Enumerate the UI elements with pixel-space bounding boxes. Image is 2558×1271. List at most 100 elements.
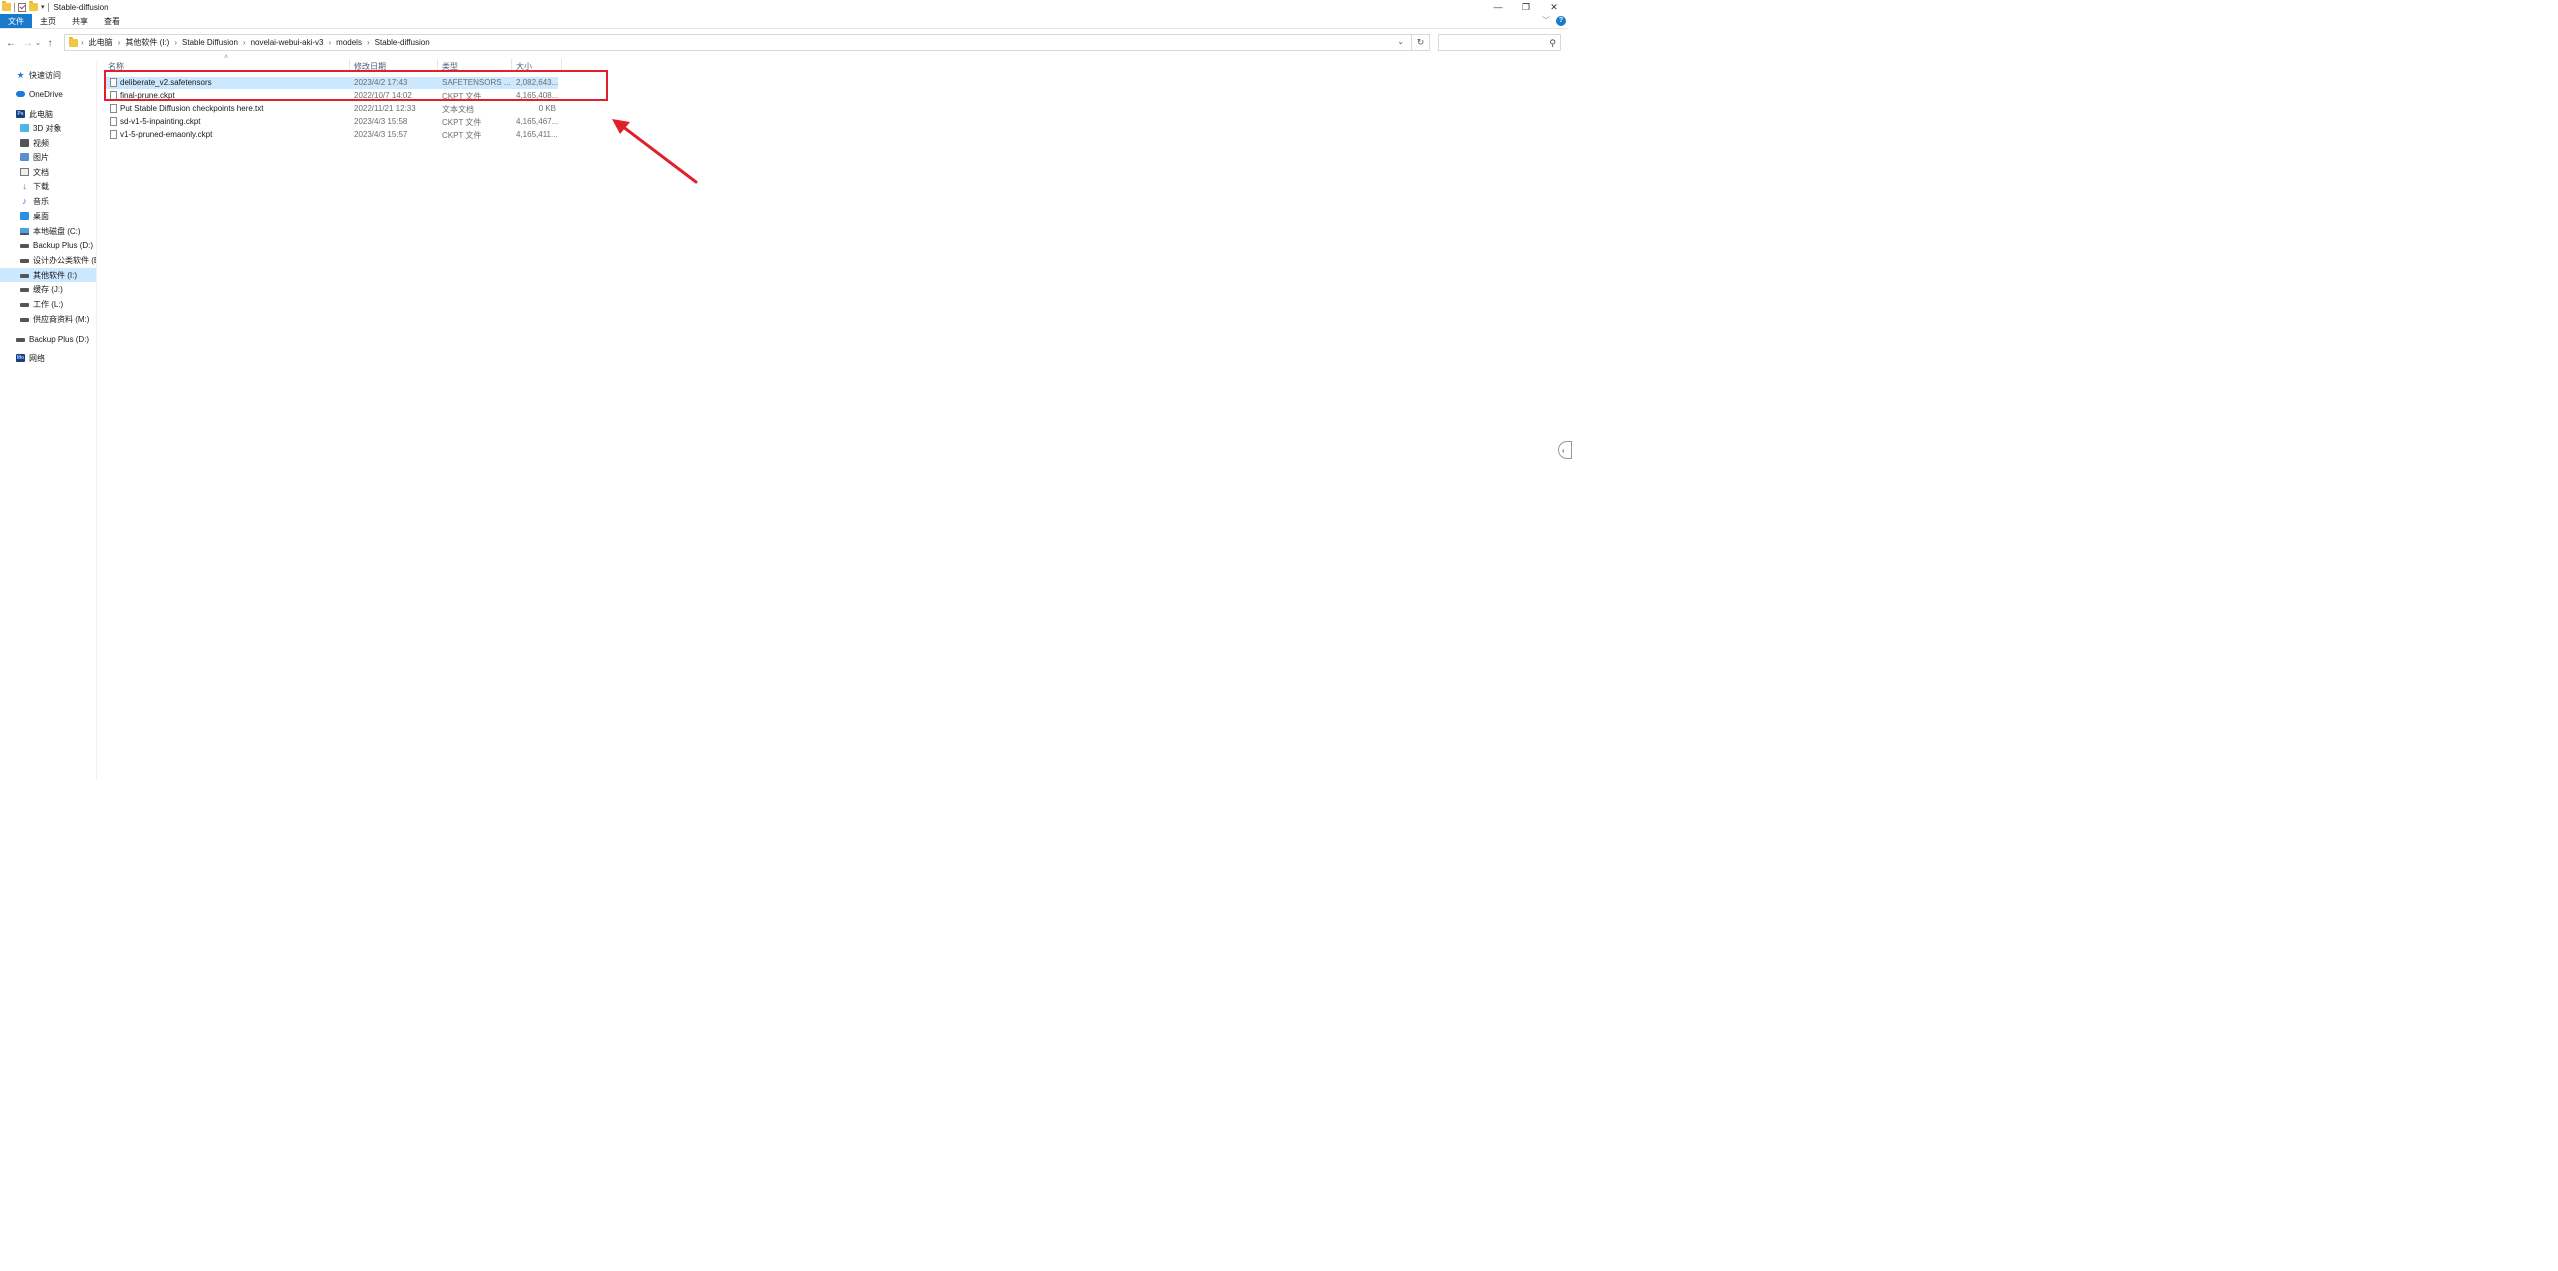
customize-toolbar-icon[interactable]: ▾ bbox=[41, 3, 45, 11]
network-icon: Mo bbox=[16, 354, 25, 362]
chevron-right-icon[interactable]: › bbox=[329, 38, 332, 47]
drive-icon bbox=[20, 303, 29, 307]
file-list-pane: ˄ 名称 修改日期 类型 大小 deliberate_v2.safetensor… bbox=[98, 54, 1560, 779]
chevron-right-icon[interactable]: › bbox=[367, 38, 370, 47]
sidebar-item-drive-l[interactable]: 工作 (L:) bbox=[0, 297, 96, 311]
sidebar-item-drive-d[interactable]: Backup Plus (D:) bbox=[0, 238, 96, 252]
chevron-right-icon[interactable]: › bbox=[118, 38, 121, 47]
sidebar-item-pictures[interactable]: 图片 bbox=[0, 150, 96, 164]
highlight-annotation-box bbox=[104, 70, 608, 101]
close-button[interactable]: ✕ bbox=[1540, 0, 1568, 14]
sidebar-item-label: 快速访问 bbox=[29, 70, 61, 80]
file-row[interactable]: Put Stable Diffusion checkpoints here.tx… bbox=[106, 103, 558, 115]
file-row[interactable]: v1-5-pruned-emaonly.ckpt 2023/4/3 15:57 … bbox=[106, 129, 558, 141]
system-drive-icon bbox=[20, 227, 29, 235]
sidebar-item-onedrive[interactable]: OneDrive bbox=[0, 87, 96, 101]
drive-icon bbox=[20, 259, 29, 263]
drive-icon bbox=[20, 288, 29, 292]
sidebar-item-drive-e[interactable]: 设计办公类软件 (E: bbox=[0, 253, 96, 267]
sidebar-item-downloads[interactable]: ↓ 下载 bbox=[0, 179, 96, 193]
search-input[interactable]: ⚲ bbox=[1438, 34, 1561, 51]
sidebar-item-network[interactable]: Mo 网络 bbox=[0, 351, 96, 365]
sidebar-item-drive-m[interactable]: 供应商资料 (M:) bbox=[0, 312, 96, 326]
video-icon bbox=[20, 139, 29, 147]
forward-arrow-icon[interactable]: → bbox=[22, 38, 34, 49]
sidebar-item-label: 设计办公类软件 (E: bbox=[33, 255, 96, 265]
up-arrow-icon[interactable]: ↑ bbox=[44, 38, 56, 49]
file-date: 2023/4/3 15:58 bbox=[354, 117, 408, 126]
cloud-icon bbox=[16, 91, 25, 97]
sidebar-item-music[interactable]: ♪ 音乐 bbox=[0, 194, 96, 208]
sidebar-item-desktop[interactable]: 桌面 bbox=[0, 209, 96, 223]
refresh-icon[interactable]: ↻ bbox=[1412, 34, 1430, 51]
breadcrumb-this-pc[interactable]: 此电脑 bbox=[89, 37, 113, 48]
chevron-right-icon[interactable]: › bbox=[243, 38, 246, 47]
column-divider[interactable] bbox=[349, 59, 350, 70]
minimize-button[interactable]: — bbox=[1484, 0, 1512, 14]
file-type: CKPT 文件 bbox=[442, 131, 482, 140]
documents-icon bbox=[20, 168, 29, 176]
sidebar-item-backup-plus[interactable]: Backup Plus (D:) bbox=[0, 332, 96, 346]
tab-home[interactable]: 主页 bbox=[32, 14, 64, 28]
tab-share[interactable]: 共享 bbox=[64, 14, 96, 28]
breadcrumb-models[interactable]: models bbox=[336, 38, 362, 47]
expand-ribbon-icon[interactable]: ﹀ bbox=[1542, 15, 1550, 26]
chevron-right-icon[interactable]: › bbox=[174, 38, 177, 47]
drive-icon bbox=[20, 274, 29, 278]
breadcrumb-novelai-webui[interactable]: novelai-webui-aki-v3 bbox=[251, 38, 324, 47]
address-bar[interactable]: › 此电脑 › 其他软件 (I:) › Stable Diffusion › n… bbox=[64, 34, 1412, 51]
address-history-dropdown-icon[interactable]: ⌄ bbox=[1397, 37, 1404, 46]
pictures-icon bbox=[20, 153, 29, 161]
sidebar-item-videos[interactable]: 视频 bbox=[0, 136, 96, 150]
breadcrumb-stable-diffusion-folder[interactable]: Stable-diffusion bbox=[375, 38, 430, 47]
tab-view[interactable]: 查看 bbox=[96, 14, 128, 28]
file-type: 文本文档 bbox=[442, 105, 474, 114]
properties-icon[interactable] bbox=[18, 2, 26, 12]
new-folder-icon[interactable] bbox=[29, 1, 38, 11]
sidebar-item-drive-j[interactable]: 缓存 (J:) bbox=[0, 282, 96, 296]
tab-file[interactable]: 文件 bbox=[0, 14, 32, 28]
computer-icon: Ps bbox=[16, 110, 25, 118]
drive-icon bbox=[16, 338, 25, 342]
back-arrow-icon[interactable]: ← bbox=[5, 38, 17, 49]
drive-icon bbox=[20, 244, 29, 248]
sidebar-item-label: Backup Plus (D:) bbox=[33, 240, 94, 250]
chevron-right-icon[interactable]: › bbox=[81, 38, 84, 47]
sidebar-item-quick-access[interactable]: ★ 快速访问 bbox=[0, 68, 96, 82]
sidebar-item-label: 图片 bbox=[33, 152, 49, 162]
collapse-pane-icon[interactable]: ‹ bbox=[1558, 441, 1572, 459]
sidebar-item-this-pc[interactable]: Ps 此电脑 bbox=[0, 107, 96, 121]
breadcrumb-drive-i[interactable]: 其他软件 (I:) bbox=[125, 37, 169, 48]
sidebar-item-label: 桌面 bbox=[33, 211, 49, 221]
sidebar-item-drive-c[interactable]: 本地磁盘 (C:) bbox=[0, 224, 96, 238]
annotation-arrow bbox=[612, 119, 698, 184]
ribbon-right-controls: ﹀ ? bbox=[1542, 15, 1566, 26]
breadcrumb-stable-diffusion[interactable]: Stable Diffusion bbox=[182, 38, 238, 47]
drive-icon bbox=[20, 318, 29, 322]
file-row[interactable]: sd-v1-5-inpainting.ckpt 2023/4/3 15:58 C… bbox=[106, 116, 558, 128]
title-bar: ▾ Stable-diffusion — ❐ ✕ bbox=[0, 0, 1568, 14]
folder-icon bbox=[69, 36, 78, 47]
column-divider[interactable] bbox=[511, 59, 512, 70]
folder-icon bbox=[2, 1, 11, 11]
star-icon: ★ bbox=[16, 69, 25, 80]
column-divider[interactable] bbox=[437, 59, 438, 70]
restore-button[interactable]: ❐ bbox=[1512, 0, 1540, 14]
sidebar-item-label: 缓存 (J:) bbox=[33, 284, 63, 294]
help-icon[interactable]: ? bbox=[1556, 15, 1566, 26]
quick-access-toolbar: ▾ bbox=[0, 0, 49, 14]
file-size: 4,165,467... bbox=[516, 117, 559, 126]
sidebar-item-documents[interactable]: 文档 bbox=[0, 165, 96, 179]
sidebar-item-label: 下载 bbox=[33, 181, 49, 191]
recent-locations-icon[interactable]: ⌄ bbox=[34, 39, 42, 47]
file-name: v1-5-pruned-emaonly.ckpt bbox=[120, 130, 213, 139]
3d-objects-icon bbox=[20, 124, 29, 132]
ribbon-tabs: 文件 主页 共享 查看 ﹀ ? bbox=[0, 14, 1568, 29]
file-size: 4,165,411... bbox=[516, 130, 558, 139]
window-title: Stable-diffusion bbox=[53, 2, 109, 12]
sidebar-item-3d-objects[interactable]: 3D 对象 bbox=[0, 121, 96, 135]
column-divider[interactable] bbox=[561, 59, 562, 70]
sidebar-item-drive-i[interactable]: 其他软件 (I:) bbox=[0, 268, 96, 282]
sidebar-item-label: 其他软件 (I:) bbox=[33, 270, 77, 280]
file-icon bbox=[110, 117, 117, 126]
